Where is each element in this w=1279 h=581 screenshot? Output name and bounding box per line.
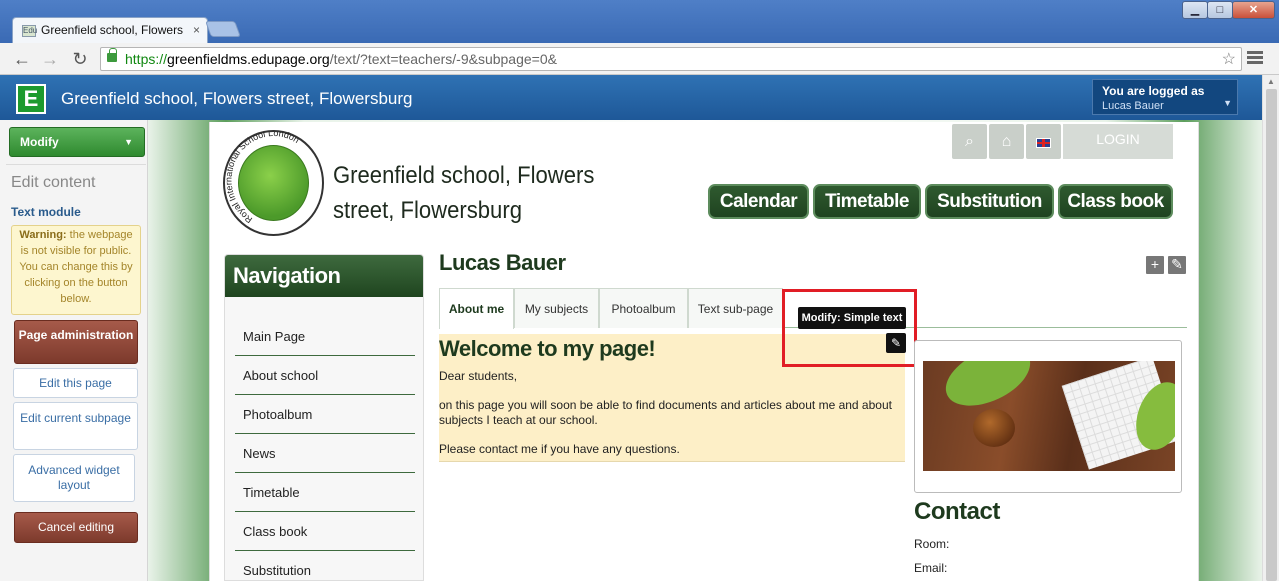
edit-pencil-icon[interactable]: ✎	[886, 333, 906, 353]
lock-icon	[107, 48, 117, 62]
tab-title: Greenfield school, Flowers st	[41, 23, 183, 37]
nav-calendar-button[interactable]: Calendar	[708, 184, 809, 219]
logged-as-label: You are logged as	[1102, 84, 1205, 98]
navigation-title: Navigation	[225, 255, 423, 297]
user-name: Lucas Bauer	[1102, 100, 1164, 112]
contact-title: Contact	[914, 498, 1000, 525]
forward-arrow-icon[interactable]: →	[40, 49, 60, 69]
edit-panel: Modify ▼ Edit content Text module Warnin…	[0, 120, 148, 581]
url-text: https://greenfieldms.edupage.org/text/?t…	[125, 51, 557, 67]
scrollbar-thumb[interactable]	[1266, 89, 1277, 581]
school-logo[interactable]: Royal International School London	[223, 130, 324, 236]
tab-photoalbum[interactable]: Photoalbum	[599, 288, 688, 328]
new-tab-button[interactable]	[205, 21, 241, 37]
edupage-favicon-icon: Edu	[22, 25, 38, 37]
add-icon[interactable]: +	[1146, 256, 1164, 274]
browser-menu-icon[interactable]	[1247, 51, 1263, 66]
nav-item-main-page[interactable]: Main Page	[235, 317, 415, 356]
advanced-widget-layout-button[interactable]: Advanced widget layout	[13, 454, 135, 502]
paragraph-1: Dear students,	[439, 369, 518, 383]
tab-my-subjects[interactable]: My subjects	[514, 288, 599, 328]
scroll-up-icon[interactable]: ▲	[1267, 77, 1275, 86]
address-bar[interactable]: https://greenfieldms.edupage.org/text/?t…	[100, 47, 1242, 71]
edit-current-subpage-button[interactable]: Edit current subpage	[13, 402, 138, 450]
minimize-button[interactable]: ▁	[1182, 1, 1208, 19]
uk-flag-icon[interactable]	[1026, 124, 1061, 159]
tab-text-sub-page[interactable]: Text sub-page	[688, 288, 783, 328]
bookmark-star-icon[interactable]: ☆	[1222, 49, 1236, 69]
panel-divider	[6, 164, 146, 165]
paragraph-2: on this page you will soon be able to fi…	[439, 398, 892, 427]
back-arrow-icon[interactable]: ←	[12, 49, 32, 69]
modify-tooltip: Modify: Simple text	[798, 307, 906, 329]
warning-bold: Warning:	[19, 229, 67, 241]
login-button[interactable]: LOGIN	[1063, 124, 1173, 159]
pencil-icon[interactable]: ✎	[1168, 256, 1186, 274]
page-administration-button[interactable]: Page administration	[14, 320, 138, 364]
nav-timetable-button[interactable]: Timetable	[813, 184, 921, 219]
tab-close-icon[interactable]: ×	[193, 23, 200, 37]
user-account-menu[interactable]: You are logged as Lucas Bauer ▼	[1092, 79, 1238, 115]
browser-titlebar: Edu Greenfield school, Flowers st × ▁ □ …	[0, 0, 1279, 43]
edupage-topbar: E Greenfield school, Flowers street, Flo…	[0, 75, 1262, 120]
visibility-warning: Warning: the webpage is not visible for …	[11, 225, 141, 315]
autumn-photo	[923, 361, 1175, 471]
modify-label: Modify	[20, 135, 59, 149]
chevron-down-icon: ▼	[1223, 98, 1232, 108]
tab-about-me[interactable]: About me	[439, 288, 514, 329]
browser-toolbar: ← → ↻ https://greenfieldms.edupage.org/t…	[0, 43, 1279, 75]
navigation-box: Navigation Main Page About school Photoa…	[224, 254, 424, 581]
paragraph-3: Please contact me if you have any questi…	[439, 442, 680, 456]
edupage-logo-icon[interactable]: E	[16, 84, 46, 114]
edit-content-heading: Edit content	[11, 174, 96, 191]
school-name: Greenfield school, Flowers street, Flowe…	[333, 162, 595, 224]
page-title: Lucas Bauer	[439, 250, 566, 275]
chevron-down-icon: ▼	[124, 137, 133, 147]
school-logo-ring: Royal International School London	[225, 132, 301, 225]
nav-item-news[interactable]: News	[235, 434, 415, 473]
svg-text:Royal International School Lon: Royal International School London	[225, 132, 301, 225]
photo-widget[interactable]	[914, 340, 1182, 493]
search-icon[interactable]: ⌕	[952, 124, 987, 159]
welcome-title: Welcome to my page!	[439, 336, 656, 361]
nav-item-photoalbum[interactable]: Photoalbum	[235, 395, 415, 434]
page-scrollbar[interactable]: ▲	[1262, 75, 1279, 581]
cancel-editing-button[interactable]: Cancel editing	[14, 512, 138, 543]
maximize-button[interactable]: □	[1207, 1, 1233, 19]
text-module-label: Text module	[11, 205, 81, 219]
nav-substitution-button[interactable]: Substitution	[925, 184, 1054, 219]
contact-email: Email:	[914, 561, 948, 575]
nav-class-book-button[interactable]: Class book	[1058, 184, 1173, 219]
contact-room: Room:	[914, 537, 950, 551]
modify-dropdown[interactable]: Modify ▼	[9, 127, 145, 157]
simple-text-widget[interactable]: Welcome to my page! Dear students, on th…	[439, 334, 905, 462]
browser-tab[interactable]: Edu Greenfield school, Flowers st ×	[12, 17, 208, 43]
nav-item-substitution[interactable]: Substitution	[235, 551, 415, 581]
edubar-title: Greenfield school, Flowers street, Flowe…	[61, 89, 413, 108]
reload-icon[interactable]: ↻	[70, 49, 90, 69]
nav-item-timetable[interactable]: Timetable	[235, 473, 415, 512]
edit-this-page-button[interactable]: Edit this page	[13, 368, 138, 398]
nav-item-class-book[interactable]: Class book	[235, 512, 415, 551]
close-window-button[interactable]: ✕	[1232, 1, 1275, 19]
nav-item-about-school[interactable]: About school	[235, 356, 415, 395]
home-icon[interactable]: ⌂	[989, 124, 1024, 159]
